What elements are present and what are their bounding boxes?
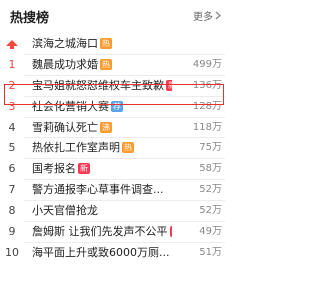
new-badge: 新 [169,226,172,238]
item-rank: 8 [8,204,16,218]
item-title: 热依扎工作室声明热 [32,141,134,155]
item-count: 118万 [192,121,222,133]
item-title: 詹姆斯 让我们先发声不公平新 [32,222,172,242]
item-title: 雪莉确认死亡沸 [32,120,112,134]
hot-badge: 热 [100,38,112,49]
hot-badge: 热 [100,58,112,70]
item-title: 小天官僧抢龙 [32,204,98,218]
list-item[interactable]: 10 海平面上升或致6000万厕... 51万 [0,243,229,264]
hot-search-list: 滨海之城海口热 1 魏晨成功求婚热 499万 2 宝马姐就怒怼维权车主致歉新 1… [0,34,229,264]
item-count: 75万 [199,142,222,154]
item-title: 魏晨成功求婚热 [32,57,112,71]
hot-badge: 热 [122,142,134,154]
hot-search-header: 热搜榜 更多 [0,0,229,30]
item-title: 海平面上升或致6000万厕... [32,245,170,259]
highlight-box [4,84,224,105]
item-rank: 5 [8,141,16,155]
chevron-right-icon [215,11,221,20]
pin-arrow-icon [6,40,18,49]
item-rank: 10 [5,245,19,259]
new-badge: 新 [78,163,90,175]
item-title: 警方通报李心草事件调查... [32,183,164,197]
item-count: 51万 [199,246,222,258]
item-count: 49万 [199,226,222,238]
item-count: 58万 [199,163,222,175]
item-rank: 1 [8,57,16,71]
item-count: 499万 [192,58,222,70]
boiling-badge: 沸 [100,121,112,133]
item-rank: 4 [8,120,16,134]
item-title: 国考报名新 [32,162,90,176]
item-rank: 6 [8,162,16,176]
item-count: 52万 [199,184,222,196]
list-item[interactable]: 7 警方通报李心草事件调查... 52万 [0,180,229,202]
item-rank: 7 [8,183,16,197]
item-count: 52万 [199,205,222,217]
more-label: 更多 [193,12,213,23]
list-item[interactable]: 5 热依扎工作室声明热 75万 [0,138,229,160]
more-link[interactable]: 更多 [193,8,221,23]
item-rank: 9 [8,225,16,239]
list-item[interactable]: 1 魏晨成功求婚热 499万 [0,55,229,76]
list-item[interactable]: 滨海之城海口热 [0,34,229,55]
list-item[interactable]: 4 雪莉确认死亡沸 118万 [0,118,229,139]
hot-search-title: 热搜榜 [10,11,50,26]
list-item[interactable]: 8 小天官僧抢龙 52万 [0,201,229,223]
item-title: 滨海之城海口热 [32,37,112,50]
list-item[interactable]: 9 詹姆斯 让我们先发声不公平新 49万 [0,222,229,243]
list-item[interactable]: 6 国考报名新 58万 [0,159,229,181]
